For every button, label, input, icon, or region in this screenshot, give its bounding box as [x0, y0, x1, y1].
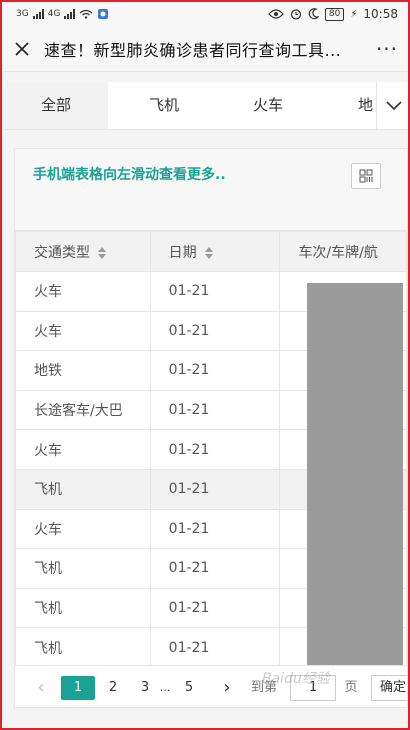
tab-all[interactable]: 全部	[4, 82, 108, 129]
cell-transport-type: 地铁	[15, 350, 151, 391]
page-3[interactable]: 3	[135, 676, 155, 700]
cell-date: 01-21	[149, 429, 281, 470]
app-notification-icon	[98, 9, 109, 19]
header-date[interactable]: 日期	[149, 231, 281, 272]
chevron-down-icon	[385, 100, 402, 110]
battery-indicator: 80	[324, 7, 345, 21]
page-5[interactable]: 5	[179, 676, 199, 700]
signal-icon	[32, 9, 44, 19]
sort-icon[interactable]	[98, 246, 106, 259]
category-tabs: 全部 飞机 火车 地	[4, 82, 408, 130]
wifi-icon	[79, 9, 93, 19]
cell-transport-type: 火车	[15, 271, 151, 312]
page-title: 速查！新型肺炎确诊患者同行查询工具...	[44, 40, 342, 60]
cell-transport-type: 长途客车/大巴	[15, 389, 151, 431]
sort-icon[interactable]	[204, 246, 213, 259]
cell-date: 01-21	[149, 389, 281, 431]
cell-date: 01-21	[149, 587, 281, 629]
signal-icon-2	[64, 9, 76, 19]
cell-transport-type: 火车	[15, 310, 151, 352]
status-bar: 3G 4G 80 ⚡ 10:58	[4, 4, 408, 26]
header-vehicle-number: 车次/车牌/航	[279, 231, 407, 272]
close-button[interactable]	[4, 26, 40, 72]
cell-transport-type: 火车	[15, 429, 151, 470]
table-toolbar: 手机端表格向左滑动查看更多..	[15, 149, 407, 231]
status-left: 3G 4G	[16, 8, 109, 20]
alarm-icon	[290, 9, 302, 20]
cell-transport-type: 飞机	[15, 548, 151, 589]
moon-icon	[308, 8, 319, 20]
cell-date: 01-21	[149, 627, 281, 668]
cell-date: 01-21	[149, 548, 281, 589]
page-1[interactable]: 1	[61, 676, 95, 700]
status-right: 80 ⚡ 10:58	[268, 7, 398, 21]
cell-transport-type: 飞机	[15, 627, 151, 668]
more-menu-button[interactable]: ···	[364, 26, 408, 72]
tabs-dropdown-button[interactable]	[376, 82, 408, 129]
network-4g-label: 4G	[47, 9, 61, 19]
network-3g-label: 3G	[16, 9, 29, 19]
cell-date: 01-21	[149, 310, 281, 352]
cell-date: 01-21	[149, 271, 281, 312]
cell-transport-type: 飞机	[15, 587, 151, 629]
scroll-hint: 手机端表格向左滑动查看更多..	[33, 167, 226, 183]
screenshot-frame: 3G 4G 80 ⚡ 10:58 速查！新型肺炎确诊患者同行查询工具... ··…	[0, 0, 410, 730]
eye-icon	[268, 9, 284, 19]
watermark: Baidu经验	[262, 671, 330, 687]
close-icon	[15, 41, 29, 56]
grid-icon	[359, 169, 373, 183]
cell-date: 01-21	[149, 468, 281, 510]
results-card: 手机端表格向左滑动查看更多.. 交通类型 日期 车次/车牌/航 火车 01-21 火…	[14, 148, 408, 708]
cell-transport-type: 飞机	[15, 468, 151, 510]
cell-date: 01-21	[149, 508, 281, 550]
cell-date: 01-21	[149, 350, 281, 391]
clock: 10:58	[363, 7, 398, 21]
goto-confirm-button[interactable]: 确定	[371, 675, 407, 701]
tab-plane[interactable]: 飞机	[116, 82, 212, 129]
pagination: ‹ 1 2 3 ... 5 › 到第 1 页 确定	[15, 665, 407, 707]
title-bar: 速查！新型肺炎确诊患者同行查询工具... ···	[4, 26, 408, 72]
charging-icon: ⚡	[350, 8, 358, 20]
header-transport-type[interactable]: 交通类型	[15, 231, 151, 272]
next-page-button[interactable]: ›	[219, 676, 235, 700]
page-unit-label: 页	[344, 680, 358, 695]
table-header-row: 交通类型 日期 车次/车牌/航	[15, 231, 407, 272]
prev-page-button[interactable]: ‹	[33, 676, 49, 700]
page-ellipsis: ...	[159, 681, 171, 694]
tab-train[interactable]: 火车	[220, 82, 316, 129]
column-filter-button[interactable]	[351, 163, 381, 189]
redacted-block	[307, 283, 403, 665]
cell-transport-type: 火车	[15, 508, 151, 550]
page-2[interactable]: 2	[103, 676, 123, 700]
